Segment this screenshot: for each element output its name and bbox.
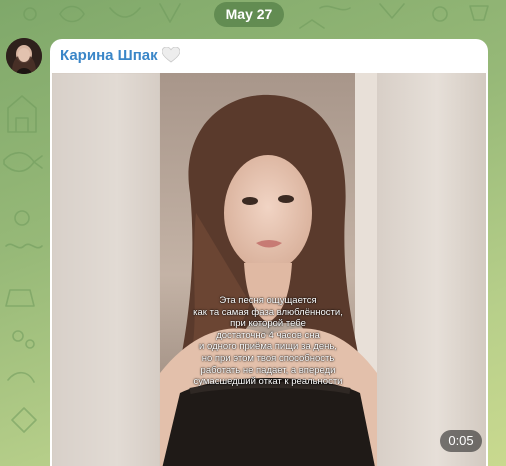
caption-line: как та самая фаза влюблённости,	[193, 306, 343, 318]
white-heart-icon	[161, 46, 181, 63]
caption-line: но при этом твоя способность	[201, 352, 335, 364]
video-frame: Эта песня ощущается как та самая фаза вл…	[160, 73, 377, 466]
video-caption: Эта песня ощущается как та самая фаза вл…	[168, 295, 368, 388]
caption-line: достаточно 4 часов сна	[216, 329, 320, 341]
date-separator: May 27	[214, 2, 284, 27]
caption-line: работать не падает, а впереди	[200, 364, 336, 376]
caption-line: и одного приёма пищи за день,	[199, 341, 337, 353]
caption-line: сумасшедший откат к реальности	[193, 376, 343, 388]
video-player[interactable]: Эта песня ощущается как та самая фаза вл…	[52, 73, 486, 466]
sender-header: Карина Шпак	[60, 44, 181, 66]
video-blur-right	[377, 73, 486, 466]
caption-line: Эта песня ощущается	[219, 295, 317, 306]
caption-line: при которой тебе	[230, 318, 306, 330]
video-duration-badge: 0:05	[440, 430, 482, 452]
message-bubble: Карина Шпак Эта песня ощущается как та с…	[50, 39, 488, 466]
user-avatar	[6, 38, 42, 74]
sender-avatar[interactable]	[6, 38, 42, 74]
chat-background: May 27 Карина Шпак Эта песня ощущается к…	[0, 0, 506, 466]
sender-name[interactable]: Карина Шпак	[60, 47, 158, 64]
video-blur-left	[52, 73, 160, 466]
video-thumbnail	[160, 73, 377, 466]
